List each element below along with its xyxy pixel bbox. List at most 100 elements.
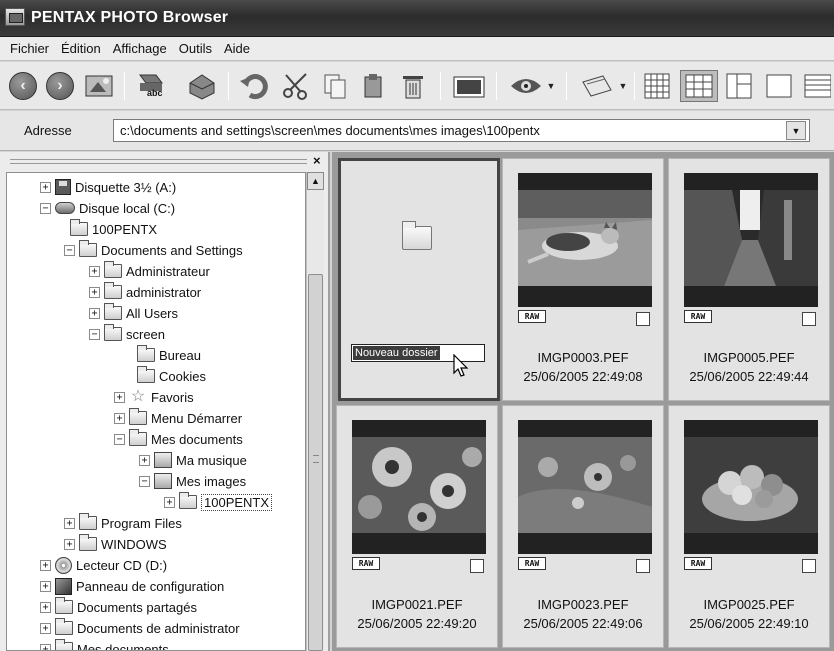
tree-item-program-files[interactable]: + Program Files (64, 513, 182, 533)
cut-button[interactable] (278, 70, 314, 102)
thumbnail-item[interactable]: RAW IMGP0003.PEF 25/06/2005 22:49:08 (502, 158, 664, 401)
scrollbar-thumb[interactable] (308, 274, 323, 651)
tree-item-label: Cookies (159, 368, 206, 384)
tree-item-label: Mes documents (77, 641, 169, 651)
tree-item-administrateur[interactable]: + Administrateur (89, 261, 210, 281)
expand-icon[interactable]: + (89, 307, 100, 319)
menu-edition[interactable]: Édition (55, 41, 107, 56)
delete-button[interactable] (396, 70, 430, 102)
menu-affichage[interactable]: Affichage (107, 41, 173, 56)
expand-icon[interactable]: + (64, 517, 75, 529)
expand-icon[interactable]: + (114, 412, 125, 424)
expand-icon[interactable]: + (40, 601, 51, 613)
back-button[interactable]: ‹ (7, 70, 39, 102)
collapse-icon[interactable]: − (89, 328, 100, 340)
collapse-icon[interactable]: − (114, 433, 125, 445)
tree-item-all-users[interactable]: + All Users (89, 303, 178, 323)
paste-button[interactable] (356, 70, 390, 102)
menu-fichier[interactable]: Fichier (4, 41, 55, 56)
thumbnail-small-view-button[interactable] (640, 70, 674, 102)
close-icon[interactable]: × (313, 153, 321, 168)
menu-aide[interactable]: Aide (218, 41, 256, 56)
single-view-button[interactable] (762, 70, 796, 102)
copy-button[interactable] (318, 70, 352, 102)
tree-item-label: Favoris (151, 389, 194, 405)
tree-item-admin-documents[interactable]: + Documents de administrator (40, 618, 240, 638)
address-dropdown-button[interactable]: ▼ (786, 121, 806, 140)
tree-item-ma-musique[interactable]: + Ma musique (139, 450, 247, 470)
details-icon (804, 74, 831, 98)
details-view-button[interactable] (800, 70, 834, 102)
select-checkbox[interactable] (636, 312, 650, 326)
thumbnail-item[interactable]: RAW IMGP0025.PEF 25/06/2005 22:49:10 (668, 405, 830, 648)
rotate-button[interactable] (184, 70, 220, 102)
tree-item-100pentx-selected[interactable]: + 100PENTX (164, 492, 273, 512)
undo-button[interactable] (236, 70, 272, 102)
select-checkbox[interactable] (802, 312, 816, 326)
address-field[interactable]: c:\documents and settings\screen\mes doc… (113, 119, 810, 142)
cut-icon (283, 73, 307, 100)
expand-icon[interactable]: + (40, 580, 51, 592)
tree-item-cd-drive[interactable]: + Lecteur CD (D:) (40, 555, 167, 575)
select-checkbox[interactable] (802, 559, 816, 573)
expand-icon[interactable]: + (139, 454, 150, 466)
tree-item-label: Documents and Settings (101, 242, 243, 258)
tree-item-control-panel[interactable]: + Panneau de configuration (40, 576, 224, 596)
paste-icon (364, 74, 382, 98)
folder-icon (55, 639, 73, 650)
tree-item-mes-documents[interactable]: − Mes documents (114, 429, 243, 449)
view-dropdown-button[interactable]: ▼ (504, 70, 560, 102)
tree-item-shared-documents[interactable]: + Documents partagés (40, 597, 197, 617)
folder-icon (104, 303, 122, 320)
tree-item-my-documents[interactable]: + Mes documents (40, 639, 169, 651)
tree-item-favoris[interactable]: + ☆ Favoris (114, 387, 194, 407)
tree-item-bureau[interactable]: Bureau (137, 345, 201, 365)
tree-scrollbar[interactable]: ▲ (306, 172, 324, 651)
select-checkbox[interactable] (636, 559, 650, 573)
thumbnail-image (684, 420, 818, 554)
tree-item-local-disk[interactable]: − Disque local (C:) (40, 198, 175, 218)
expand-icon[interactable]: + (40, 622, 51, 634)
tree-item-menu-demarrer[interactable]: + Menu Démarrer (114, 408, 242, 428)
tree-item-cookies[interactable]: Cookies (137, 366, 206, 386)
expand-icon[interactable]: + (64, 538, 75, 550)
expand-icon[interactable]: + (114, 391, 125, 403)
tree-item-mes-images[interactable]: − Mes images (139, 471, 246, 491)
collapse-icon[interactable]: − (64, 244, 75, 256)
expand-icon[interactable]: + (40, 559, 51, 571)
tree-item-administrator[interactable]: + administrator (89, 282, 201, 302)
folder-icon (104, 282, 122, 299)
preview-layout-button[interactable] (722, 70, 756, 102)
raw-badge: RAW (352, 557, 380, 570)
tree-item-documents-and-settings[interactable]: − Documents and Settings (64, 240, 243, 260)
forward-button[interactable]: › (44, 70, 76, 102)
tree-item-windows[interactable]: + WINDOWS (64, 534, 167, 554)
toolbar-separator (634, 72, 635, 100)
collapse-icon[interactable]: − (139, 475, 150, 487)
slideshow-button[interactable] (449, 70, 489, 102)
tree-item-floppy[interactable]: + Disquette 3½ (A:) (40, 177, 176, 197)
select-checkbox[interactable] (470, 559, 484, 573)
expand-icon[interactable]: + (40, 181, 51, 193)
menu-outils[interactable]: Outils (173, 41, 218, 56)
scroll-up-button[interactable]: ▲ (307, 172, 324, 190)
tree-item-label: Mes documents (151, 431, 243, 447)
thumbnail-item[interactable]: RAW IMGP0021.PEF 25/06/2005 22:49:20 (336, 405, 498, 648)
tree-item-100pentx-root[interactable]: 100PENTX (70, 219, 157, 239)
pane-grip[interactable] (10, 159, 307, 164)
thumbnail-item[interactable]: RAW IMGP0005.PEF 25/06/2005 22:49:44 (668, 158, 830, 401)
expand-icon[interactable]: + (89, 265, 100, 277)
folder-icon (402, 221, 432, 250)
expand-icon[interactable]: + (40, 643, 51, 650)
expand-icon[interactable]: + (164, 496, 175, 508)
expand-icon[interactable]: + (89, 286, 100, 298)
thumbnail-new-folder[interactable]: Nouveau dossier (338, 158, 500, 401)
rename-button[interactable]: abc (133, 70, 173, 102)
filmstrip-dropdown-button[interactable]: ▼ (574, 70, 632, 102)
tree-item-label: Documents de administrator (77, 620, 240, 636)
up-folder-button[interactable] (82, 70, 116, 102)
thumbnail-large-view-button[interactable] (680, 70, 718, 102)
thumbnail-item[interactable]: RAW IMGP0023.PEF 25/06/2005 22:49:06 (502, 405, 664, 648)
collapse-icon[interactable]: − (40, 202, 51, 214)
tree-item-screen[interactable]: − screen (89, 324, 165, 344)
